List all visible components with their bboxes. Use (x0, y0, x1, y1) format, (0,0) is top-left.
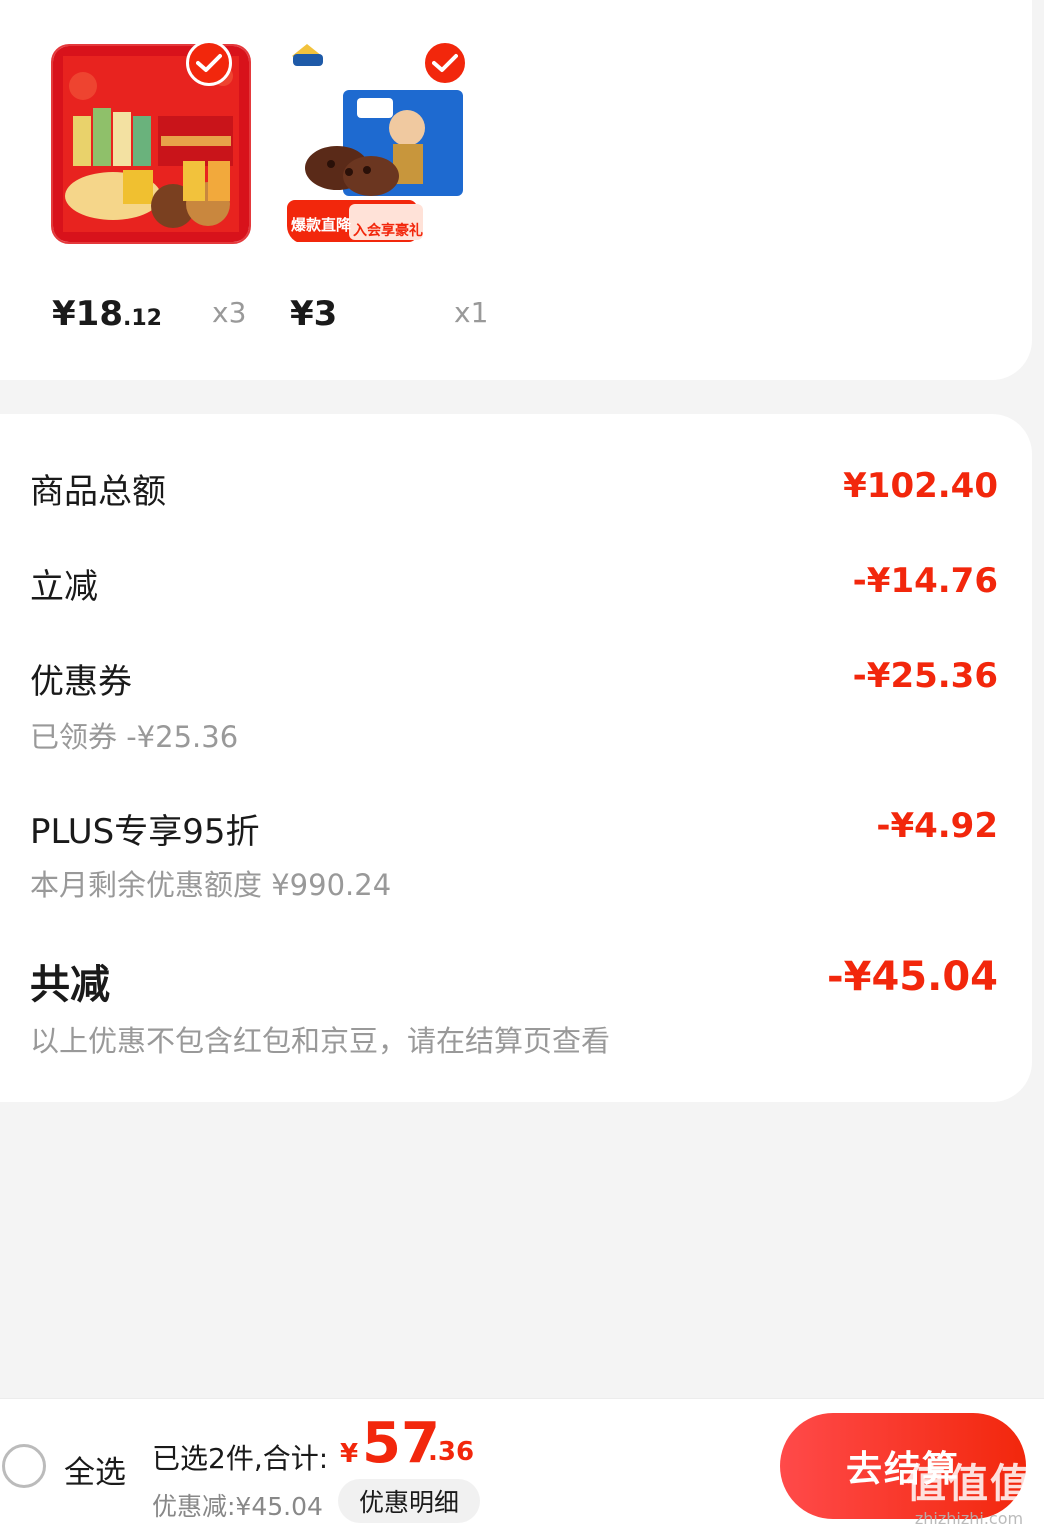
badge-join-member: 入会享豪礼 (353, 223, 423, 239)
product-1-price-dec: .12 (122, 306, 162, 331)
total-discount-value: -¥45.04 (827, 954, 998, 1000)
plus-discount-value: -¥4.92 (876, 806, 998, 846)
coupon-label: 优惠券 (30, 662, 132, 702)
discount-note: 以上优惠不包含红包和京豆，请在结算页查看 (30, 1024, 611, 1058)
price-summary-card: 商品总额 ¥102.40 立减 -¥14.76 优惠券 -¥25.36 已领券 … (0, 414, 1032, 1102)
select-all-label[interactable]: 全选 (64, 1447, 126, 1492)
watermark: 值值值 zhizhizhi.com (906, 1451, 1032, 1528)
coupon-value: -¥25.36 (852, 656, 998, 696)
goods-total-value: ¥102.40 (843, 466, 998, 506)
product-2-quantity: x1 (454, 296, 489, 329)
discount-amount-text: 优惠减:¥45.04 (152, 1492, 323, 1521)
total-currency: ¥ (340, 1439, 359, 1469)
coupon-sub-text: 已领券 -¥25.36 (30, 720, 239, 754)
selected-count-text: 已选2件,合计: (152, 1442, 329, 1475)
select-all-radio[interactable] (2, 1444, 46, 1488)
product-1-price: ¥18.12 (52, 294, 162, 334)
selected-products-card: 爆款直降 入会享豪礼 ¥18.12 x3 ¥3 x1 (0, 0, 1032, 380)
plus-discount-label: PLUS专享95折 (30, 812, 260, 852)
checkout-bar: 全选 已选2件,合计: ¥ 57 .36 优惠减:¥45.04 优惠明细 去结算… (0, 1398, 1044, 1532)
product-1-check-icon[interactable] (186, 40, 232, 86)
watermark-logo: 值值值 (906, 1461, 1032, 1507)
product-1-quantity: x3 (212, 296, 247, 329)
discount-detail-button[interactable]: 优惠明细 (338, 1479, 480, 1523)
product-2-check-icon[interactable] (422, 40, 468, 86)
watermark-url: zhizhizhi.com (914, 1509, 1024, 1528)
badge-hot-price-drop: 爆款直降 (291, 216, 352, 234)
total-discount-label: 共减 (30, 962, 110, 1008)
product-1-price-int: ¥18 (52, 294, 123, 334)
plus-remaining-quota: 本月剩余优惠额度 ¥990.24 (30, 868, 392, 902)
product-2-price: ¥3 (290, 294, 337, 334)
product-2-price-int: ¥3 (290, 294, 338, 334)
goods-total-label: 商品总额 (30, 472, 166, 512)
total-amount-dec: .36 (428, 1437, 475, 1467)
instant-discount-value: -¥14.76 (852, 561, 998, 601)
instant-discount-label: 立减 (30, 567, 98, 607)
